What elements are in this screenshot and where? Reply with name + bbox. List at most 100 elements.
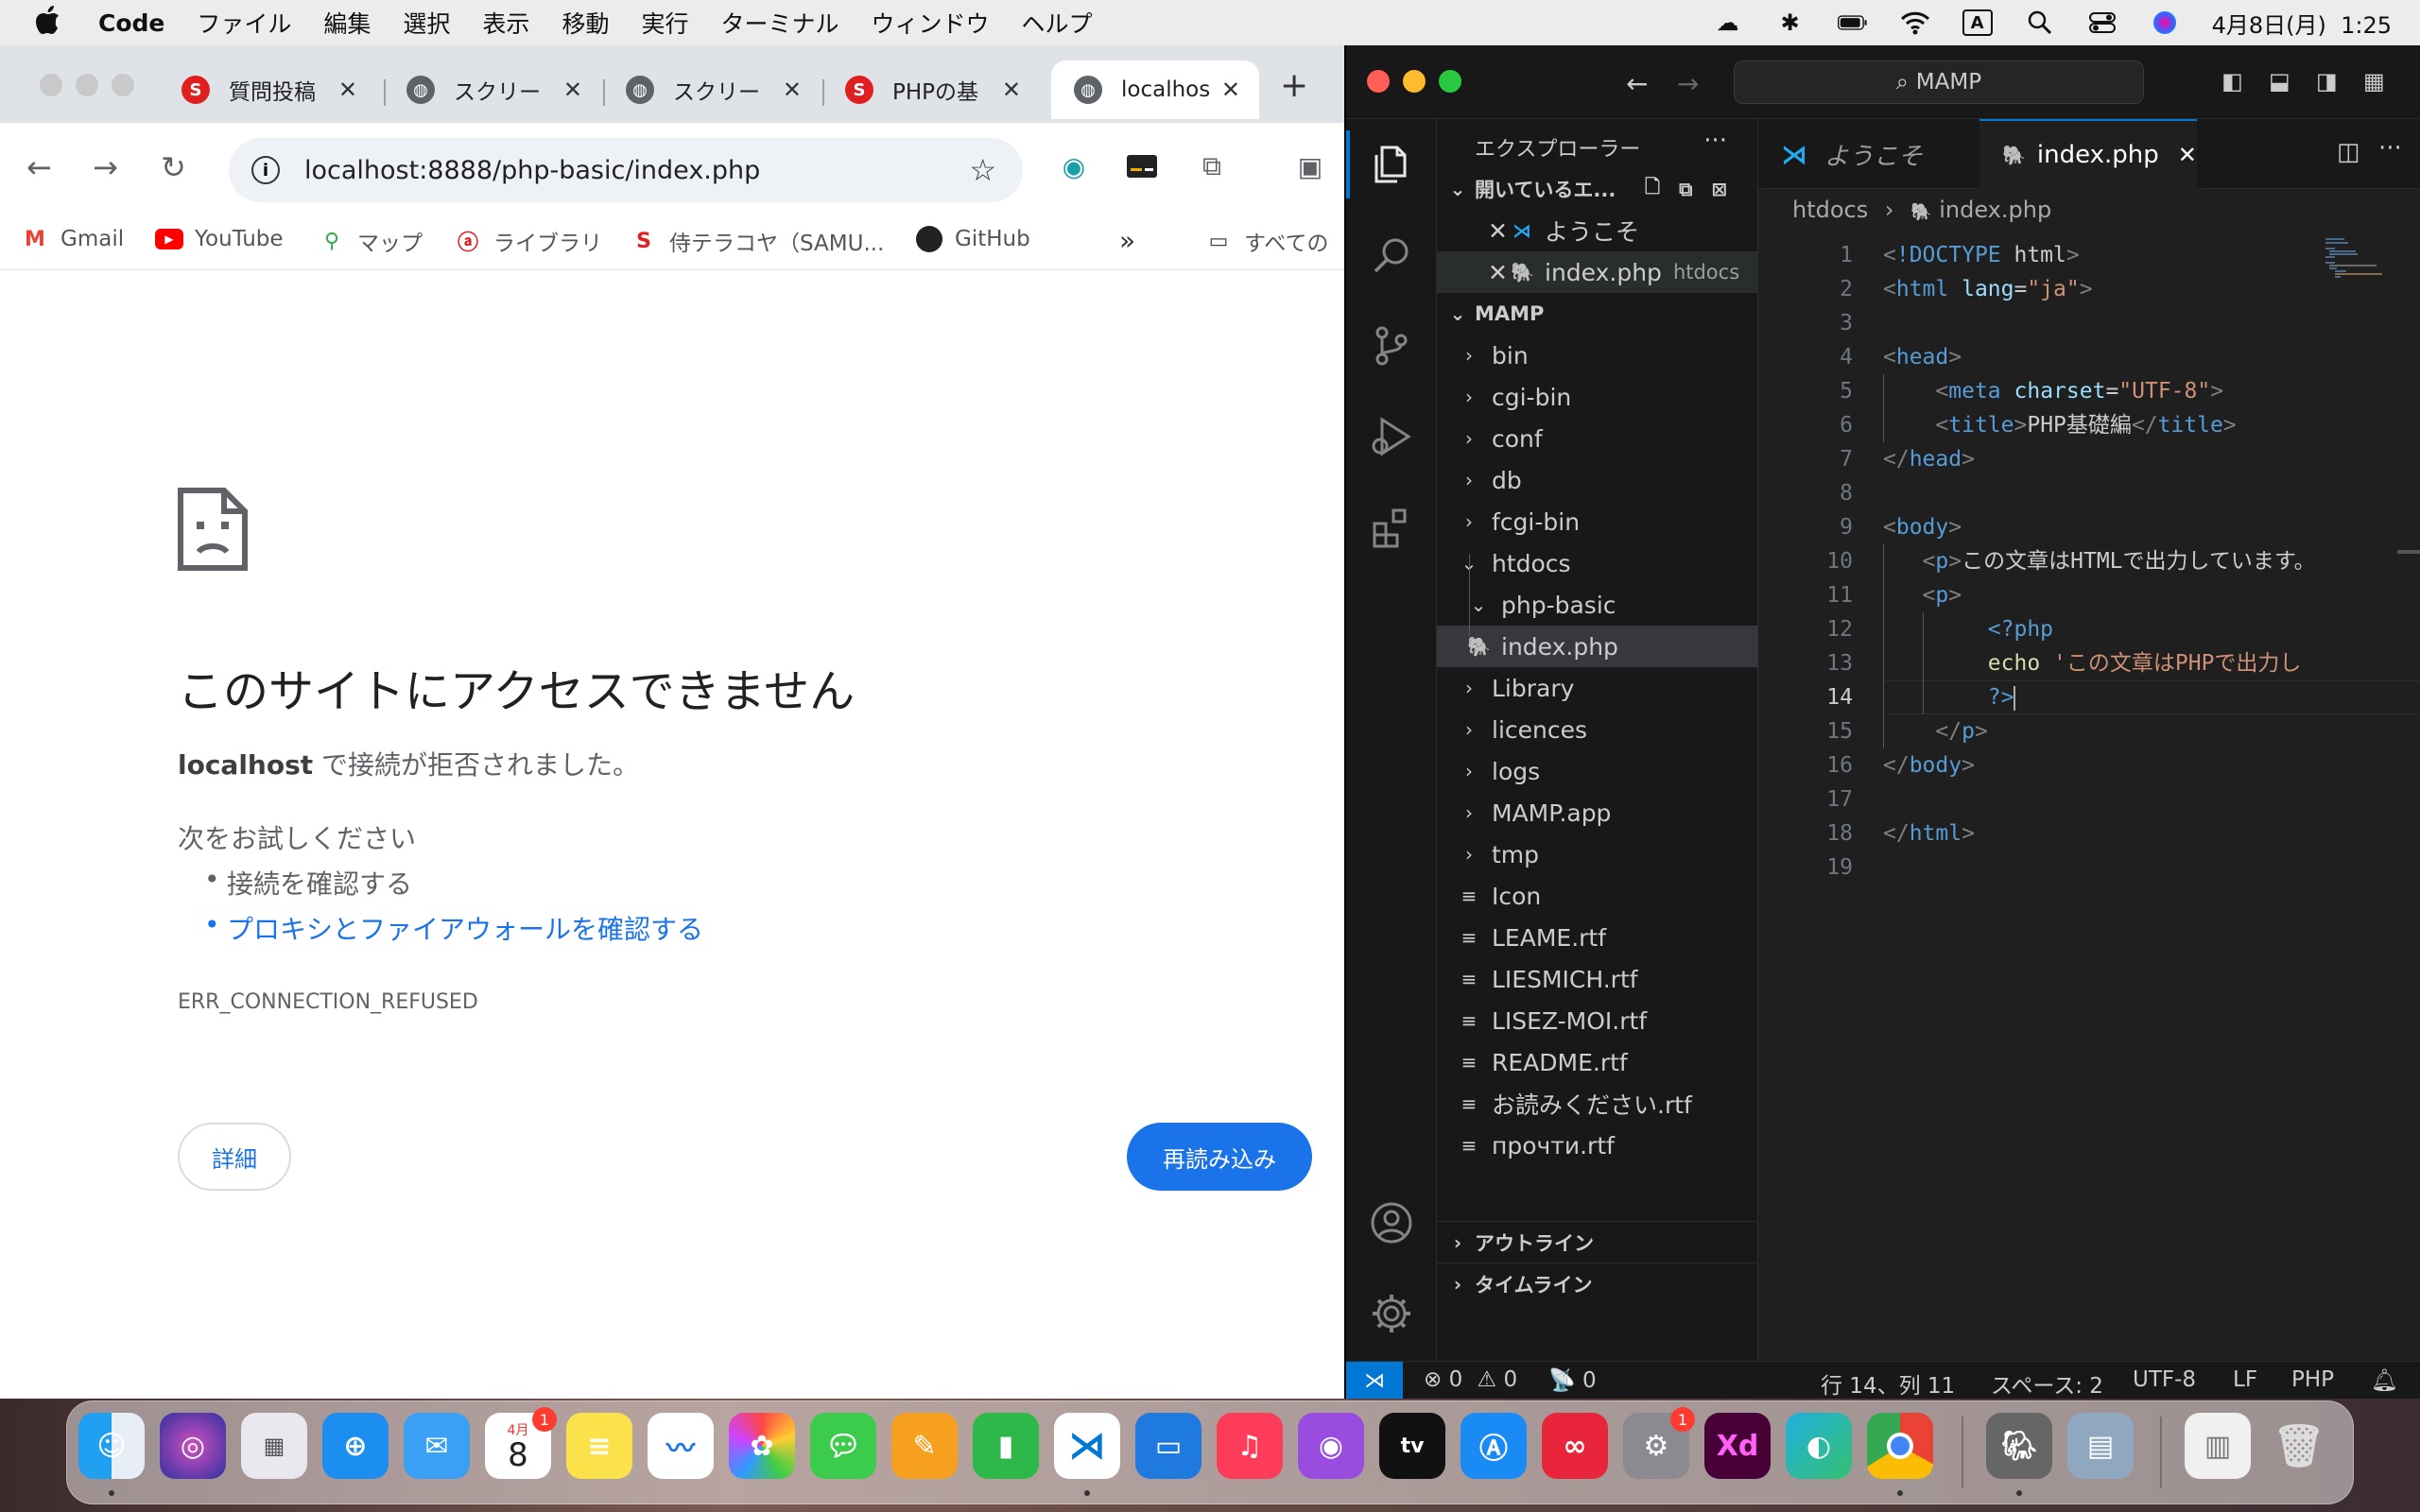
extensions-icon[interactable] xyxy=(1365,501,1418,554)
indentation[interactable]: スペース: 2 xyxy=(1991,1367,2103,1399)
file-item[interactable]: ≡ LISEZ-MOI.rtf xyxy=(1437,1000,1758,1041)
window-minimize-button[interactable] xyxy=(76,74,98,96)
open-editor-item[interactable]: ✕ ⋊ ようこそ xyxy=(1437,210,1758,251)
reload-icon[interactable]: ↻ xyxy=(161,149,186,185)
input-source-icon[interactable]: A xyxy=(1962,9,1993,36)
menu-view[interactable]: 表示 xyxy=(482,6,529,40)
nav-forward-icon[interactable]: → xyxy=(1677,68,1699,99)
mamp-icon[interactable]: 🐘︎ xyxy=(1986,1413,2052,1479)
file-item[interactable]: ≡ README.rtf xyxy=(1437,1041,1758,1083)
window-minimize-button[interactable] xyxy=(1403,70,1426,93)
toggle-panel-icon[interactable]: ⬓ xyxy=(2269,68,2290,94)
calendar-icon[interactable]: 4月 8 1 xyxy=(485,1407,557,1479)
language-mode[interactable]: PHP xyxy=(2291,1367,2334,1392)
mail-icon[interactable]: ✉ xyxy=(404,1413,470,1479)
extension-card-icon[interactable] xyxy=(1123,147,1161,185)
folder-item[interactable]: › conf xyxy=(1437,418,1758,459)
breadcrumb-item[interactable]: htdocs xyxy=(1792,197,1868,223)
more-actions-icon[interactable]: ··· xyxy=(2378,134,2402,163)
folder-item[interactable]: › tmp xyxy=(1437,833,1758,875)
creative-cloud-status-icon[interactable]: ☁ xyxy=(1713,9,1743,36)
browser-tab[interactable]: ◍ スクリー ✕ xyxy=(603,60,821,119)
bookmarks-overflow-icon[interactable]: » xyxy=(1119,225,1135,256)
file-item[interactable]: ≡ LEAME.rtf xyxy=(1437,917,1758,958)
menu-app-name[interactable]: Code xyxy=(98,9,164,37)
accounts-icon[interactable] xyxy=(1365,1196,1418,1249)
siri-icon[interactable] xyxy=(2150,9,2180,36)
split-editor-icon[interactable]: ◫ xyxy=(2337,138,2360,166)
window-zoom-button[interactable] xyxy=(1439,70,1461,93)
apple-tv-icon[interactable]: tv xyxy=(1379,1413,1445,1479)
menu-help[interactable]: ヘルプ xyxy=(1022,6,1093,40)
new-file-icon[interactable]: 🗋 xyxy=(1645,173,1660,205)
launchpad-icon[interactable]: ▦ xyxy=(241,1413,307,1479)
folder-item[interactable]: › bin xyxy=(1437,335,1758,376)
extensions-puzzle-icon[interactable]: ⧉ xyxy=(1193,147,1231,185)
end-of-line[interactable]: LF xyxy=(2233,1367,2257,1392)
keynote-icon[interactable]: ▭ xyxy=(1135,1413,1201,1479)
spotlight-search-icon[interactable] xyxy=(2025,9,2055,36)
window-zoom-button[interactable] xyxy=(112,74,134,96)
browser-tab[interactable]: S PHPの基 ✕ xyxy=(822,60,1040,119)
folder-item[interactable]: › fcgi-bin xyxy=(1437,501,1758,542)
folder-item[interactable]: › db xyxy=(1437,459,1758,501)
browser-tab[interactable]: S 質問投稿 ✕ xyxy=(159,60,376,119)
vscode-dock-icon[interactable]: ⋊ xyxy=(1054,1413,1120,1479)
file-item[interactable]: ≡ прочти.rtf xyxy=(1437,1125,1758,1166)
menu-edit[interactable]: 編集 xyxy=(323,6,371,40)
finder-icon[interactable]: ☺ xyxy=(78,1413,145,1479)
close-all-icon[interactable]: ⊠ xyxy=(1711,178,1727,200)
bookmark-maps[interactable]: ⚲ マップ xyxy=(318,225,423,257)
podcasts-icon[interactable]: ◉ xyxy=(1298,1413,1364,1479)
bookmark-all-folder[interactable]: ▭ すべての xyxy=(1204,225,1329,257)
wifi-icon[interactable] xyxy=(1900,9,1930,36)
site-info-icon[interactable]: i xyxy=(251,156,280,184)
menu-window[interactable]: ウィンドウ xyxy=(871,6,989,40)
back-button[interactable]: ← xyxy=(26,149,52,185)
timeline-section[interactable]: › タイムライン xyxy=(1437,1263,1758,1304)
folder-item[interactable]: › MAMP.app xyxy=(1437,792,1758,833)
pages-icon[interactable]: ✎ xyxy=(891,1413,958,1479)
menu-selection[interactable]: 選択 xyxy=(403,6,450,40)
siri-app-icon[interactable]: ◎ xyxy=(160,1413,226,1479)
ports-indicator[interactable]: 📡 0 xyxy=(1548,1367,1597,1393)
menu-go[interactable]: 移動 xyxy=(562,6,609,40)
suggestion-link-proxy[interactable]: プロキシとファイアウォールを確認する xyxy=(204,909,703,947)
menu-terminal[interactable]: ターミナル xyxy=(720,6,838,40)
menubar-clock[interactable]: 4月8日(月) 1:25 xyxy=(2212,7,2392,40)
settings-gear-icon[interactable] xyxy=(1365,1287,1418,1340)
save-all-icon[interactable]: ⧉ xyxy=(1679,178,1692,200)
more-actions-icon[interactable]: ··· xyxy=(1703,127,1727,155)
battery-icon[interactable] xyxy=(1837,9,1868,36)
browser-tab-active[interactable]: ◍ localhos ✕ xyxy=(1051,60,1259,119)
source-control-icon[interactable] xyxy=(1365,319,1418,372)
toggle-secondary-sidebar-icon[interactable]: ◨ xyxy=(2316,68,2338,94)
creative-cloud-icon[interactable]: ∞ xyxy=(1542,1413,1608,1479)
explorer-icon[interactable] xyxy=(1365,138,1418,191)
customize-layout-icon[interactable]: ▦ xyxy=(2363,68,2385,94)
bookmark-gmail[interactable]: M Gmail xyxy=(21,225,124,253)
address-bar[interactable]: i localhost:8888/php-basic/index.php ☆ xyxy=(229,138,1023,202)
file-item[interactable]: ≡ お読みください.rtf xyxy=(1437,1083,1758,1125)
control-center-icon[interactable] xyxy=(2087,9,2118,36)
close-icon[interactable]: ✕ xyxy=(1488,259,1511,286)
tab-close-icon[interactable]: ✕ xyxy=(1002,77,1021,103)
remote-indicator-icon[interactable]: ⋊ xyxy=(1346,1362,1403,1399)
tab-close-icon[interactable]: ✕ xyxy=(563,77,582,103)
outline-section[interactable]: › アウトライン xyxy=(1437,1221,1758,1263)
edge-icon[interactable]: ◐ xyxy=(1786,1413,1852,1479)
safari-icon[interactable]: ⊕ xyxy=(322,1413,389,1479)
menu-run[interactable]: 実行 xyxy=(641,6,688,40)
folder-item[interactable]: ⌄ htdocs xyxy=(1437,542,1758,584)
bluetooth-icon[interactable]: ✱ xyxy=(1775,9,1806,36)
search-icon[interactable] xyxy=(1365,229,1418,282)
nav-back-icon[interactable]: ← xyxy=(1626,68,1648,99)
apple-icon[interactable] xyxy=(36,5,74,41)
toggle-primary-sidebar-icon[interactable]: ◧ xyxy=(2221,68,2243,94)
reload-button[interactable]: 再読み込み xyxy=(1127,1123,1312,1191)
notes-icon[interactable]: ≡ xyxy=(566,1413,632,1479)
trash-icon[interactable]: 🗑︎ xyxy=(2266,1413,2332,1479)
numbers-icon[interactable]: ▮ xyxy=(973,1413,1039,1479)
window-close-button[interactable] xyxy=(40,74,62,96)
browser-tab[interactable]: ◍ スクリー ✕ xyxy=(384,60,601,119)
